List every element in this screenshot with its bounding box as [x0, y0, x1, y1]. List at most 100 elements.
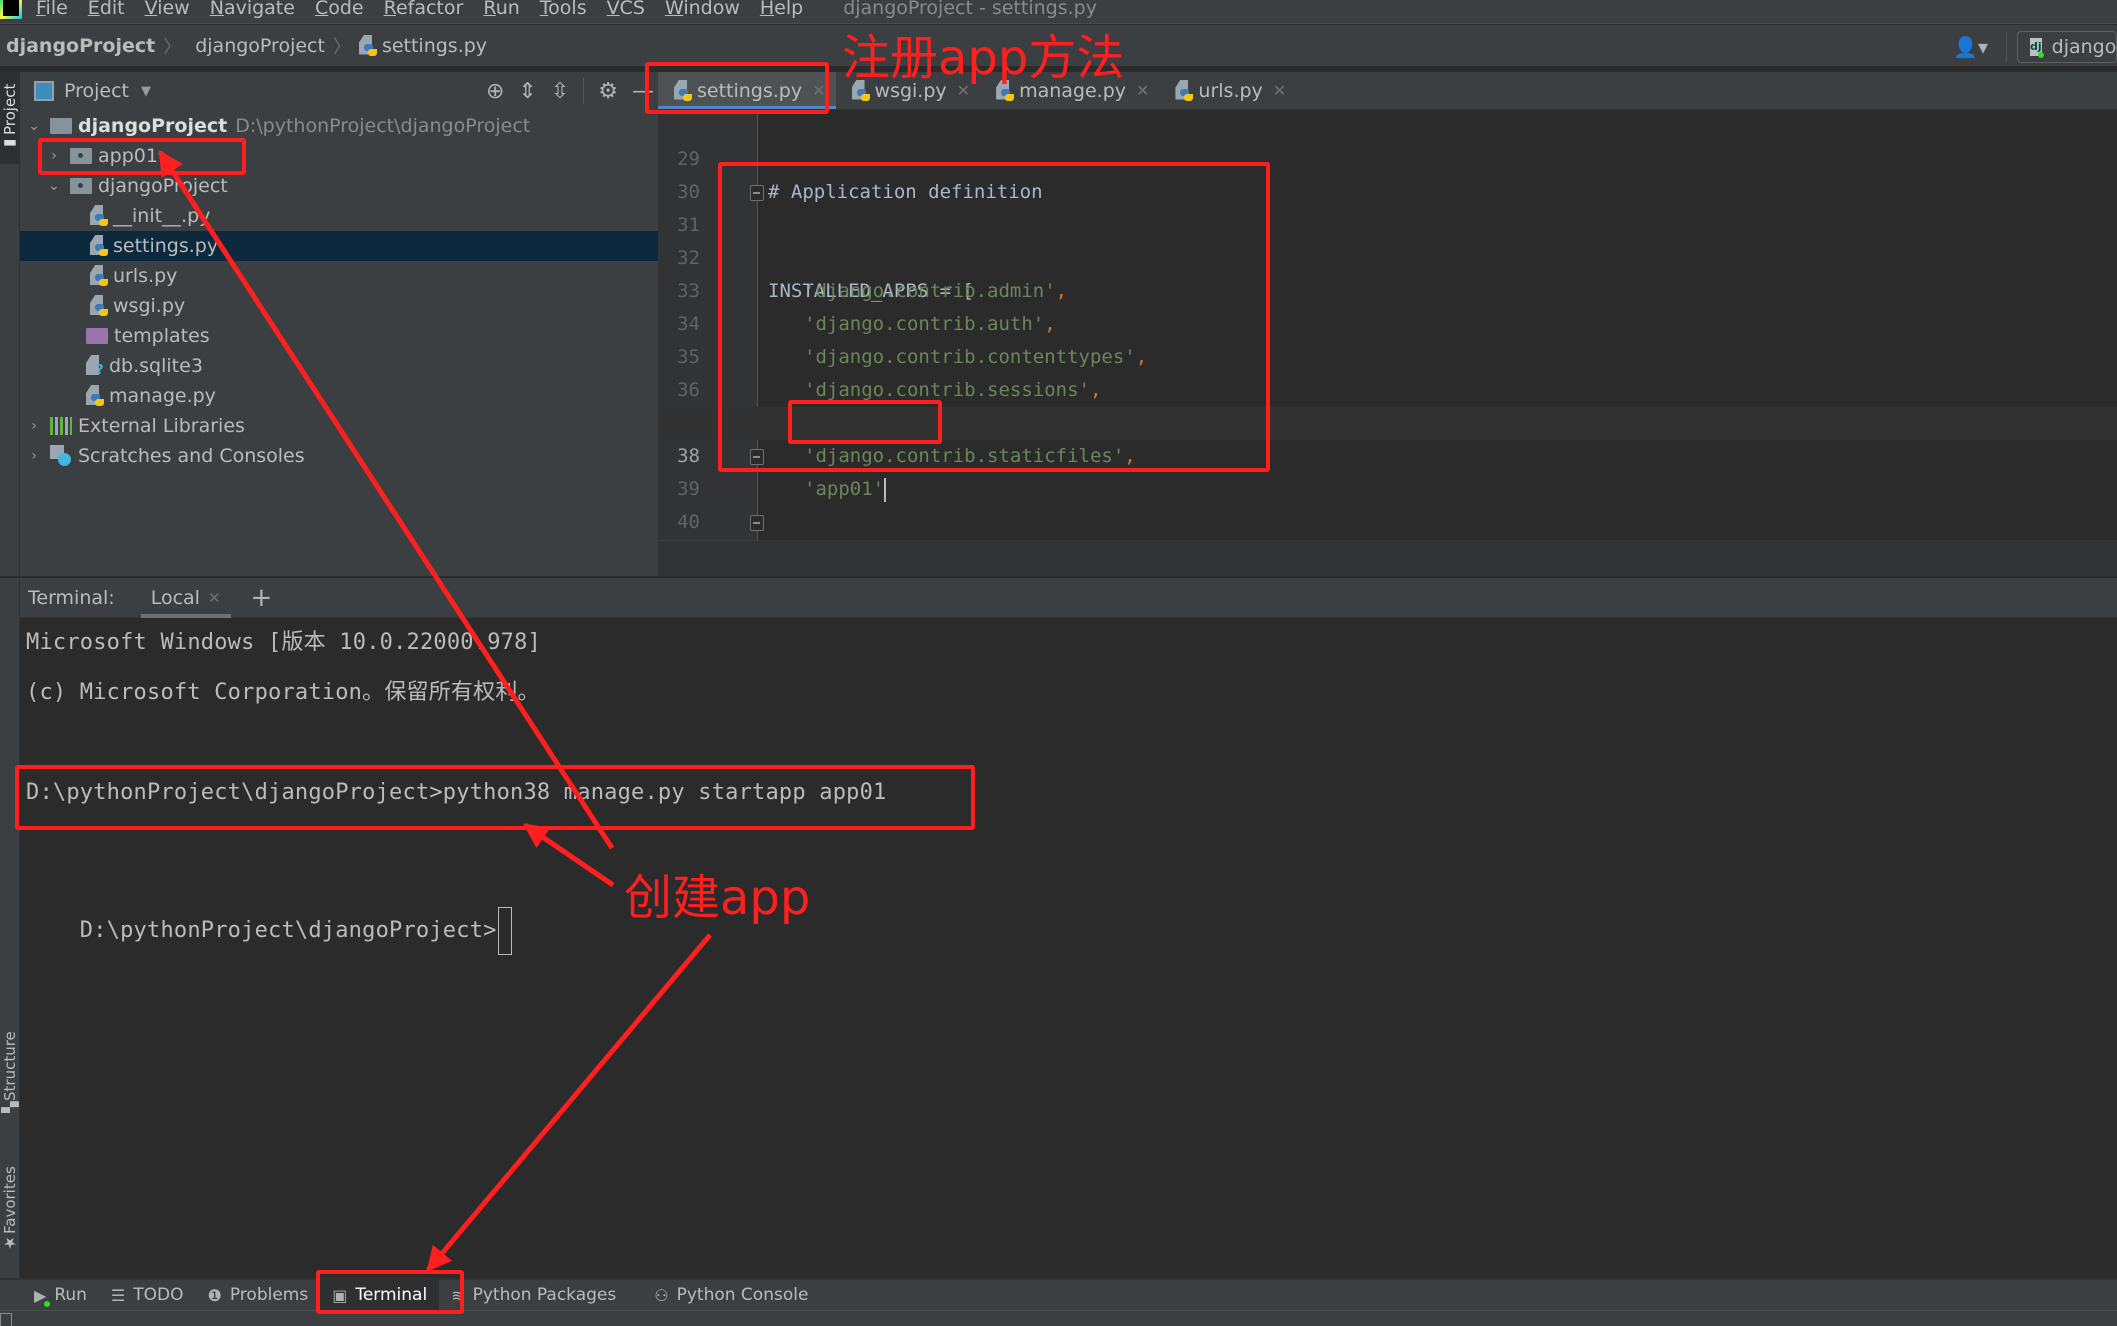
module-folder-icon [70, 178, 92, 194]
new-terminal-icon[interactable]: + [251, 583, 273, 613]
fold-end-icon[interactable] [750, 449, 764, 465]
locate-file-icon[interactable]: ⊕ [486, 79, 504, 104]
project-view-selector[interactable]: Project [64, 80, 129, 102]
chevron-right-icon[interactable]: › [26, 448, 42, 464]
chevron-down-icon[interactable]: ⌄ [46, 178, 62, 194]
python-file-icon [1175, 79, 1194, 102]
menu-edit[interactable]: Edit [88, 0, 125, 19]
tool-run[interactable]: ▶ Run [22, 1279, 99, 1311]
tree-item-settings-py[interactable]: settings.py [20, 231, 658, 261]
collapse-all-icon[interactable]: ⇳ [551, 79, 569, 104]
folder-icon [50, 118, 72, 134]
python-file-icon [90, 205, 108, 227]
python-file-icon [358, 34, 377, 57]
menu-help[interactable]: Help [760, 0, 803, 19]
tree-item-manage-py[interactable]: manage.py [20, 381, 658, 411]
fold-collapse-icon[interactable] [750, 515, 764, 531]
menu-run[interactable]: Run [483, 0, 519, 19]
menu-window[interactable]: Window [665, 0, 740, 19]
close-icon[interactable]: ✕ [208, 589, 221, 607]
toggle-tool-windows-icon[interactable] [0, 1313, 12, 1326]
tool-todo[interactable]: ☰ TODO [99, 1279, 196, 1311]
terminal-prompt[interactable]: D:\pythonProject\djangoProject> [26, 877, 512, 955]
breadcrumb-package[interactable]: djangoProject [195, 35, 325, 57]
tool-problems[interactable]: ❶ Problems [196, 1279, 321, 1311]
menu-view[interactable]: View [145, 0, 190, 19]
tab-manage-py[interactable]: manage.py ✕ [980, 72, 1159, 109]
code-line: 30 [677, 181, 700, 203]
code-line: 41 MIDDLEWARE = [ [658, 506, 2117, 539]
hide-panel-icon[interactable]: — [632, 79, 654, 104]
code-line: 31 INSTALLED_APPS = [ [658, 176, 2117, 302]
folder-icon: ▬ [1, 134, 19, 153]
tree-item-root[interactable]: ⌄ djangoProject D:\pythonProject\djangoP… [20, 111, 658, 141]
chevron-right-icon[interactable]: › [46, 148, 62, 164]
fold-collapse-icon[interactable] [750, 185, 764, 201]
tool-python-packages[interactable]: ≋ Python Packages [439, 1279, 628, 1311]
tree-item-scratches[interactable]: › Scratches and Consoles [20, 441, 658, 471]
unknown-file-icon: ? [86, 355, 104, 378]
run-configuration-label: django [2051, 36, 2117, 58]
tab-settings-py[interactable]: settings.py ✕ [658, 72, 836, 109]
chevron-down-icon[interactable]: ⌄ [26, 118, 42, 134]
tree-item-app01[interactable]: › app01 [20, 141, 658, 171]
code-line: 39 ] [658, 440, 2117, 500]
breadcrumb-project[interactable]: djangoProject [6, 35, 155, 57]
terminal-tab-local[interactable]: Local ✕ [140, 578, 231, 618]
code-line: 35 'django.contrib.sessions', [677, 346, 1102, 401]
close-icon[interactable]: ✕ [1136, 81, 1149, 100]
python-file-icon [674, 79, 692, 102]
menu-file[interactable]: File [36, 0, 68, 19]
tree-item-wsgi-py[interactable]: wsgi.py [20, 291, 658, 321]
tab-wsgi-py[interactable]: wsgi.py ✕ [836, 72, 981, 109]
left-tool-stripe: ▬ Project ▚ Structure ★ Favorites [0, 72, 20, 1278]
project-tool-window-button[interactable]: ▬ Project [0, 72, 20, 164]
tool-terminal[interactable]: ▣ Terminal [320, 1279, 440, 1311]
breadcrumb-file[interactable]: settings.py [382, 35, 487, 57]
python-file-icon [90, 295, 108, 317]
run-configuration-select[interactable]: dj django [2017, 31, 2117, 63]
python-console-icon: ⚇ [654, 1285, 669, 1305]
terminal-label: Terminal: [28, 586, 115, 609]
menu-code[interactable]: Code [315, 0, 364, 19]
user-accounts-icon[interactable]: 👤▾ [1953, 35, 1988, 59]
tool-python-console[interactable]: ⚇ Python Console [642, 1279, 820, 1311]
window-title: djangoProject - settings.py [843, 0, 1097, 19]
terminal-icon: ▣ [332, 1285, 348, 1305]
python-file-icon [996, 79, 1015, 102]
close-icon[interactable]: ✕ [1273, 81, 1286, 100]
structure-tool-window-button[interactable]: ▚ Structure [0, 1022, 20, 1122]
code-editor[interactable]: 29 # Application definition 30 31 INSTAL… [658, 110, 2117, 540]
tree-item-urls-py[interactable]: urls.py [20, 261, 658, 291]
caret-down-icon[interactable]: ▼ [141, 84, 151, 99]
code-line: 33 'django.contrib.auth', [677, 280, 1056, 335]
tree-item-djangoproject-package[interactable]: ⌄ djangoProject [20, 171, 658, 201]
tab-urls-py[interactable]: urls.py ✕ [1159, 72, 1296, 109]
menu-tools[interactable]: Tools [540, 0, 587, 19]
tree-item-templates[interactable]: templates [20, 321, 658, 351]
chevron-right-icon[interactable]: › [26, 418, 42, 434]
pycharm-logo-icon [0, 0, 22, 19]
code-line: 36 'django.contrib.messages', [677, 379, 1101, 434]
terminal-line: (c) Microsoft Corporation。保留所有权利。 [26, 680, 540, 705]
chevron-right-icon: 〉 [163, 36, 182, 58]
python-file-icon [86, 385, 104, 407]
code-line: 37 'django.contrib.staticfiles', [677, 412, 1136, 467]
favorites-tool-window-button[interactable]: ★ Favorites [0, 1157, 20, 1262]
close-icon[interactable]: ✕ [957, 81, 970, 100]
tree-item-init-py[interactable]: __init__.py [20, 201, 658, 231]
expand-all-icon[interactable]: ⇕ [518, 79, 536, 104]
code-line: 34 'django.contrib.contenttypes', [677, 313, 1148, 368]
gear-icon[interactable]: ⚙ [598, 79, 618, 104]
tree-item-db-sqlite3[interactable]: ? db.sqlite3 [20, 351, 658, 381]
menu-vcs[interactable]: VCS [607, 0, 645, 19]
todo-icon: ☰ [110, 1285, 126, 1305]
menu-navigate[interactable]: Navigate [210, 0, 295, 19]
close-icon[interactable]: ✕ [812, 81, 825, 100]
tree-item-external-libraries[interactable]: › External Libraries [20, 411, 658, 441]
menu-refactor[interactable]: Refactor [384, 0, 464, 19]
python-file-icon [851, 79, 870, 102]
terminal-output[interactable]: Microsoft Windows [版本 10.0.22000.978] (c… [20, 618, 2117, 1278]
problems-icon: ❶ [207, 1285, 222, 1305]
python-file-icon [90, 265, 108, 287]
